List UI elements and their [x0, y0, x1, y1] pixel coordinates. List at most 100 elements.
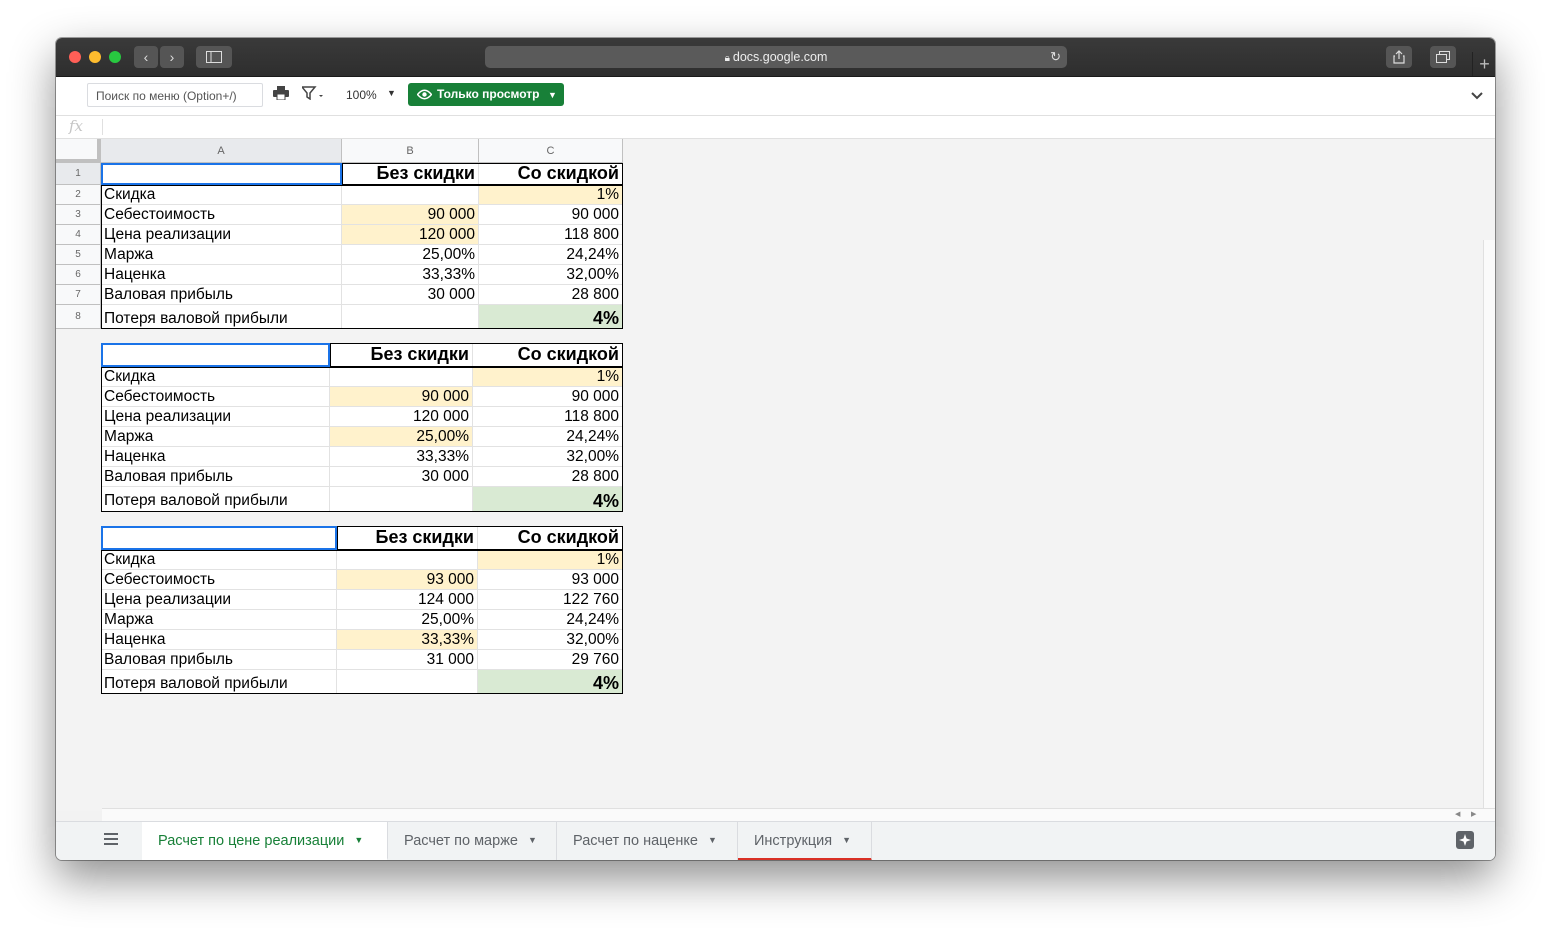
minimize-window-button[interactable]: [89, 51, 101, 63]
sheet-tab-caret-icon[interactable]: ▼: [354, 835, 363, 845]
table-cell[interactable]: Наценка: [101, 447, 330, 467]
column-header-a[interactable]: A: [101, 139, 342, 163]
table-cell[interactable]: 90 000: [479, 205, 623, 225]
table-header-cell[interactable]: Без скидки: [342, 163, 479, 185]
sheet-tab-0[interactable]: Расчет по цене реализации ▼: [142, 822, 388, 860]
table-cell[interactable]: Скидка: [101, 550, 337, 570]
select-all-corner[interactable]: [56, 139, 101, 163]
table-cell[interactable]: 30 000: [330, 467, 473, 487]
row-header[interactable]: 4: [56, 225, 101, 245]
table-cell[interactable]: 90 000: [342, 205, 479, 225]
table-cell[interactable]: 122 760: [478, 590, 623, 610]
table-cell[interactable]: 33,33%: [330, 447, 473, 467]
table-header-cell[interactable]: [101, 163, 342, 185]
table-cell[interactable]: Себестоимость: [101, 387, 330, 407]
tabs-overview-button[interactable]: [1430, 46, 1456, 68]
table-header-cell[interactable]: Со скидкой: [478, 526, 623, 550]
table-cell[interactable]: 1%: [478, 550, 623, 570]
new-tab-button[interactable]: +: [1472, 52, 1495, 76]
table-cell[interactable]: 93 000: [478, 570, 623, 590]
zoom-window-button[interactable]: [109, 51, 121, 63]
collapse-toolbar-button[interactable]: [1471, 87, 1483, 103]
table-cell[interactable]: 30 000: [342, 285, 479, 305]
forward-button[interactable]: ›: [160, 46, 184, 68]
table-cell[interactable]: 32,00%: [479, 265, 623, 285]
table-cell[interactable]: Валовая прибыль: [101, 650, 337, 670]
table-cell[interactable]: 90 000: [330, 387, 473, 407]
table-cell[interactable]: Маржа: [101, 245, 342, 265]
sheet-tab-2[interactable]: Расчет по наценке ▼: [557, 822, 738, 860]
table-cell[interactable]: Скидка: [101, 185, 342, 205]
row-header[interactable]: 3: [56, 205, 101, 225]
scroll-right-icon[interactable]: ▶: [1471, 810, 1476, 818]
table-cell[interactable]: 118 800: [479, 225, 623, 245]
table-cell[interactable]: Скидка: [101, 367, 330, 387]
table-cell[interactable]: 124 000: [337, 590, 478, 610]
table-cell[interactable]: [337, 670, 478, 694]
table-cell[interactable]: 28 800: [473, 467, 623, 487]
table-header-cell[interactable]: Со скидкой: [479, 163, 623, 185]
table-cell[interactable]: Себестоимость: [101, 205, 342, 225]
table-header-cell[interactable]: [101, 526, 337, 550]
table-cell[interactable]: 25,00%: [330, 427, 473, 447]
table-header-cell[interactable]: Без скидки: [330, 343, 473, 367]
zoom-caret-icon[interactable]: ▼: [387, 88, 396, 98]
table-cell[interactable]: 32,00%: [473, 447, 623, 467]
row-header[interactable]: 1: [56, 163, 101, 185]
table-cell[interactable]: 1%: [473, 367, 623, 387]
table-cell[interactable]: [330, 367, 473, 387]
row-header[interactable]: 6: [56, 265, 101, 285]
table-cell[interactable]: Наценка: [101, 630, 337, 650]
table-cell[interactable]: 31 000: [337, 650, 478, 670]
table-cell[interactable]: [342, 305, 479, 329]
row-header[interactable]: 8: [56, 305, 101, 329]
table-cell[interactable]: 118 800: [473, 407, 623, 427]
table-cell[interactable]: Себестоимость: [101, 570, 337, 590]
share-button[interactable]: [1386, 46, 1412, 68]
table-cell[interactable]: 24,24%: [473, 427, 623, 447]
explore-button[interactable]: [1456, 831, 1474, 849]
table-cell[interactable]: 120 000: [342, 225, 479, 245]
all-sheets-button[interactable]: [104, 832, 118, 850]
column-header-b[interactable]: B: [342, 139, 479, 163]
table-cell[interactable]: 28 800: [479, 285, 623, 305]
table-cell[interactable]: Цена реализации: [101, 590, 337, 610]
table-cell[interactable]: 32,00%: [478, 630, 623, 650]
table-cell[interactable]: Потеря валовой прибыли: [101, 670, 337, 694]
table-cell[interactable]: Маржа: [101, 610, 337, 630]
close-window-button[interactable]: [69, 51, 81, 63]
table-cell[interactable]: Потеря валовой прибыли: [101, 305, 342, 329]
table-cell[interactable]: 4%: [473, 487, 623, 512]
table-cell[interactable]: Цена реализации: [101, 407, 330, 427]
sheet-tab-caret-icon[interactable]: ▼: [708, 835, 717, 845]
row-header[interactable]: 5: [56, 245, 101, 265]
vertical-scrollbar[interactable]: ▲ ▼: [1483, 240, 1495, 860]
column-header-c[interactable]: C: [479, 139, 623, 163]
table-cell[interactable]: Маржа: [101, 427, 330, 447]
table-cell[interactable]: Валовая прибыль: [101, 467, 330, 487]
table-cell[interactable]: Валовая прибыль: [101, 285, 342, 305]
table-cell[interactable]: 4%: [479, 305, 623, 329]
reload-icon[interactable]: ↻: [1050, 46, 1061, 68]
row-header[interactable]: 7: [56, 285, 101, 305]
row-header[interactable]: 2: [56, 185, 101, 205]
table-cell[interactable]: Цена реализации: [101, 225, 342, 245]
menu-search-input[interactable]: Поиск по меню (Option+/): [87, 83, 263, 107]
table-cell[interactable]: 1%: [479, 185, 623, 205]
formula-bar[interactable]: fx: [56, 115, 1495, 139]
table-cell[interactable]: [342, 185, 479, 205]
zoom-select[interactable]: 100%: [346, 88, 377, 102]
table-cell[interactable]: 33,33%: [342, 265, 479, 285]
table-cell[interactable]: 33,33%: [337, 630, 478, 650]
view-only-button[interactable]: Только просмотр ▼: [408, 83, 564, 106]
sidebar-toggle-button[interactable]: [196, 46, 232, 68]
sheet-tab-caret-icon[interactable]: ▼: [842, 835, 851, 845]
table-cell[interactable]: 25,00%: [342, 245, 479, 265]
table-cell[interactable]: 90 000: [473, 387, 623, 407]
table-cell[interactable]: Потеря валовой прибыли: [101, 487, 330, 512]
address-bar[interactable]: 🔒︎ docs.google.com ↻: [485, 46, 1067, 68]
sheet-tab-3[interactable]: Инструкция ▼: [738, 822, 872, 860]
table-cell[interactable]: Наценка: [101, 265, 342, 285]
sheet-tab-caret-icon[interactable]: ▼: [528, 835, 537, 845]
table-header-cell[interactable]: [101, 343, 330, 367]
